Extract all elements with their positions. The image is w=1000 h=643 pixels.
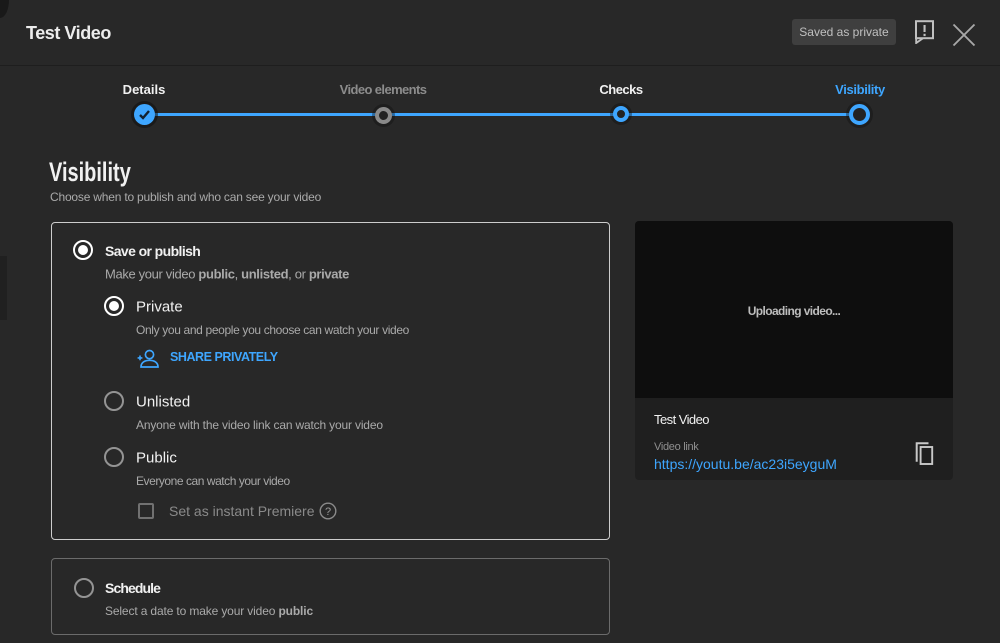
svg-text:?: ? [325,506,331,518]
